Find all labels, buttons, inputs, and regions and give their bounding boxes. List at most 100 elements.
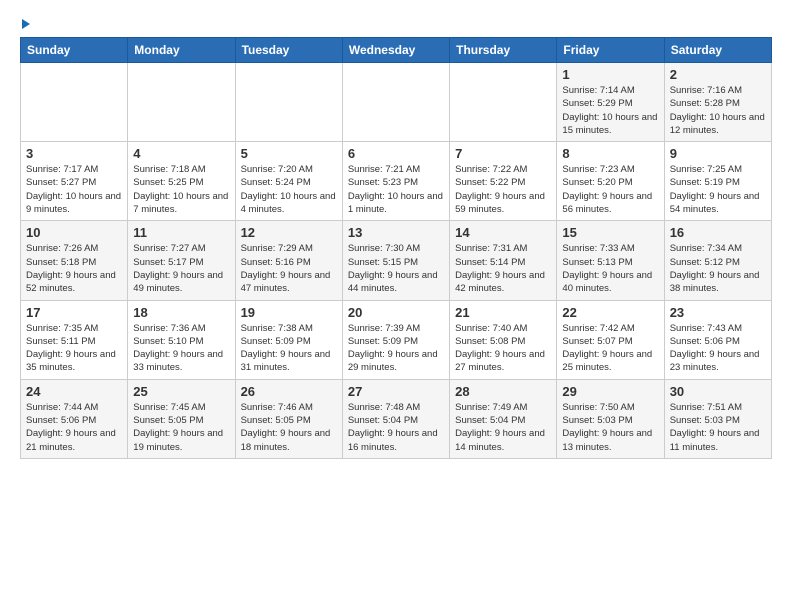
day-info: Sunrise: 7:35 AM Sunset: 5:11 PM Dayligh… [26,322,122,375]
day-number: 27 [348,384,444,399]
day-number: 29 [562,384,658,399]
calendar-cell: 11Sunrise: 7:27 AM Sunset: 5:17 PM Dayli… [128,221,235,300]
calendar-cell: 30 Sunrise: 7:51 AM Sunset: 5:03 PM Dayli… [664,379,771,458]
day-info: Sunrise: 7:29 AM Sunset: 5:16 PM Dayligh… [241,242,337,295]
page: SundayMondayTuesdayWednesdayThursdayFrid… [0,0,792,469]
calendar-cell: 14 Sunrise: 7:31 AM Sunset: 5:14 PM Dayli… [450,221,557,300]
day-info: Sunrise: 7:48 AM Sunset: 5:04 PM Dayligh… [348,401,444,454]
calendar-cell: 13 Sunrise: 7:30 AM Sunset: 5:15 PM Dayli… [342,221,449,300]
day-info: Sunrise: 7:23 AM Sunset: 5:20 PM Dayligh… [562,163,658,216]
weekday-header-thursday: Thursday [450,38,557,63]
day-number: 4 [133,146,229,161]
day-number: 22 [562,305,658,320]
day-info: Sunrise: 7:44 AM Sunset: 5:06 PM Dayligh… [26,401,122,454]
day-number: 18 [133,305,229,320]
day-info: Sunrise: 7:34 AM Sunset: 5:12 PM Dayligh… [670,242,766,295]
day-info: Sunrise: 7:39 AM Sunset: 5:09 PM Dayligh… [348,322,444,375]
day-number: 9 [670,146,766,161]
day-number: 14 [455,225,551,240]
calendar-cell: 21Sunrise: 7:40 AM Sunset: 5:08 PM Dayli… [450,300,557,379]
day-number: 19 [241,305,337,320]
calendar-cell: 9 Sunrise: 7:25 AM Sunset: 5:19 PM Daylig… [664,142,771,221]
day-number: 2 [670,67,766,82]
day-info: Sunrise: 7:20 AM Sunset: 5:24 PM Dayligh… [241,163,337,216]
calendar-cell: 10Sunrise: 7:26 AM Sunset: 5:18 PM Dayli… [21,221,128,300]
calendar-cell: 7 Sunrise: 7:22 AM Sunset: 5:22 PM Daylig… [450,142,557,221]
day-number: 12 [241,225,337,240]
logo [20,15,30,29]
day-info: Sunrise: 7:18 AM Sunset: 5:25 PM Dayligh… [133,163,229,216]
day-info: Sunrise: 7:51 AM Sunset: 5:03 PM Dayligh… [670,401,766,454]
calendar-cell: 19 Sunrise: 7:38 AM Sunset: 5:09 PM Dayli… [235,300,342,379]
day-info: Sunrise: 7:17 AM Sunset: 5:27 PM Dayligh… [26,163,122,216]
day-number: 5 [241,146,337,161]
weekday-header-wednesday: Wednesday [342,38,449,63]
calendar-cell [235,63,342,142]
calendar-cell: 6 Sunrise: 7:21 AM Sunset: 5:23 PM Daylig… [342,142,449,221]
day-number: 30 [670,384,766,399]
week-row-3: 10Sunrise: 7:26 AM Sunset: 5:18 PM Dayli… [21,221,772,300]
weekday-header-row: SundayMondayTuesdayWednesdayThursdayFrid… [21,38,772,63]
day-info: Sunrise: 7:42 AM Sunset: 5:07 PM Dayligh… [562,322,658,375]
day-info: Sunrise: 7:22 AM Sunset: 5:22 PM Dayligh… [455,163,551,216]
day-number: 28 [455,384,551,399]
day-info: Sunrise: 7:27 AM Sunset: 5:17 PM Dayligh… [133,242,229,295]
calendar-cell: 20 Sunrise: 7:39 AM Sunset: 5:09 PM Dayli… [342,300,449,379]
calendar-cell [128,63,235,142]
calendar-cell: 23Sunrise: 7:43 AM Sunset: 5:06 PM Dayli… [664,300,771,379]
weekday-header-friday: Friday [557,38,664,63]
weekday-header-sunday: Sunday [21,38,128,63]
day-info: Sunrise: 7:38 AM Sunset: 5:09 PM Dayligh… [241,322,337,375]
day-number: 16 [670,225,766,240]
day-number: 6 [348,146,444,161]
calendar-cell: 25Sunrise: 7:45 AM Sunset: 5:05 PM Dayli… [128,379,235,458]
calendar-cell: 12 Sunrise: 7:29 AM Sunset: 5:16 PM Dayli… [235,221,342,300]
calendar-cell: 2 Sunrise: 7:16 AM Sunset: 5:28 PM Daylig… [664,63,771,142]
calendar-cell [21,63,128,142]
calendar-cell [450,63,557,142]
calendar-cell: 8 Sunrise: 7:23 AM Sunset: 5:20 PM Daylig… [557,142,664,221]
day-number: 3 [26,146,122,161]
day-number: 10 [26,225,122,240]
calendar-cell: 18 Sunrise: 7:36 AM Sunset: 5:10 PM Dayli… [128,300,235,379]
day-number: 1 [562,67,658,82]
week-row-1: 1 Sunrise: 7:14 AM Sunset: 5:29 PM Daylig… [21,63,772,142]
week-row-2: 3 Sunrise: 7:17 AM Sunset: 5:27 PM Daylig… [21,142,772,221]
calendar-cell: 27 Sunrise: 7:48 AM Sunset: 5:04 PM Dayli… [342,379,449,458]
day-number: 7 [455,146,551,161]
calendar-cell: 5 Sunrise: 7:20 AM Sunset: 5:24 PM Daylig… [235,142,342,221]
day-number: 26 [241,384,337,399]
day-info: Sunrise: 7:14 AM Sunset: 5:29 PM Dayligh… [562,84,658,137]
calendar-cell: 26 Sunrise: 7:46 AM Sunset: 5:05 PM Dayli… [235,379,342,458]
day-info: Sunrise: 7:49 AM Sunset: 5:04 PM Dayligh… [455,401,551,454]
day-number: 17 [26,305,122,320]
day-number: 20 [348,305,444,320]
day-number: 8 [562,146,658,161]
day-number: 25 [133,384,229,399]
day-info: Sunrise: 7:31 AM Sunset: 5:14 PM Dayligh… [455,242,551,295]
logo-arrow-icon [22,19,30,29]
day-info: Sunrise: 7:40 AM Sunset: 5:08 PM Dayligh… [455,322,551,375]
day-info: Sunrise: 7:36 AM Sunset: 5:10 PM Dayligh… [133,322,229,375]
day-info: Sunrise: 7:30 AM Sunset: 5:15 PM Dayligh… [348,242,444,295]
weekday-header-saturday: Saturday [664,38,771,63]
day-number: 23 [670,305,766,320]
calendar-table: SundayMondayTuesdayWednesdayThursdayFrid… [20,37,772,459]
day-info: Sunrise: 7:25 AM Sunset: 5:19 PM Dayligh… [670,163,766,216]
calendar-cell: 28 Sunrise: 7:49 AM Sunset: 5:04 PM Dayli… [450,379,557,458]
week-row-4: 17 Sunrise: 7:35 AM Sunset: 5:11 PM Dayli… [21,300,772,379]
calendar-cell: 15 Sunrise: 7:33 AM Sunset: 5:13 PM Dayli… [557,221,664,300]
header [20,15,772,29]
day-number: 15 [562,225,658,240]
calendar-cell: 22 Sunrise: 7:42 AM Sunset: 5:07 PM Dayli… [557,300,664,379]
weekday-header-monday: Monday [128,38,235,63]
calendar-cell: 3 Sunrise: 7:17 AM Sunset: 5:27 PM Daylig… [21,142,128,221]
day-number: 13 [348,225,444,240]
day-info: Sunrise: 7:46 AM Sunset: 5:05 PM Dayligh… [241,401,337,454]
calendar-cell: 17 Sunrise: 7:35 AM Sunset: 5:11 PM Dayli… [21,300,128,379]
weekday-header-tuesday: Tuesday [235,38,342,63]
day-info: Sunrise: 7:21 AM Sunset: 5:23 PM Dayligh… [348,163,444,216]
day-info: Sunrise: 7:33 AM Sunset: 5:13 PM Dayligh… [562,242,658,295]
day-info: Sunrise: 7:16 AM Sunset: 5:28 PM Dayligh… [670,84,766,137]
day-number: 24 [26,384,122,399]
